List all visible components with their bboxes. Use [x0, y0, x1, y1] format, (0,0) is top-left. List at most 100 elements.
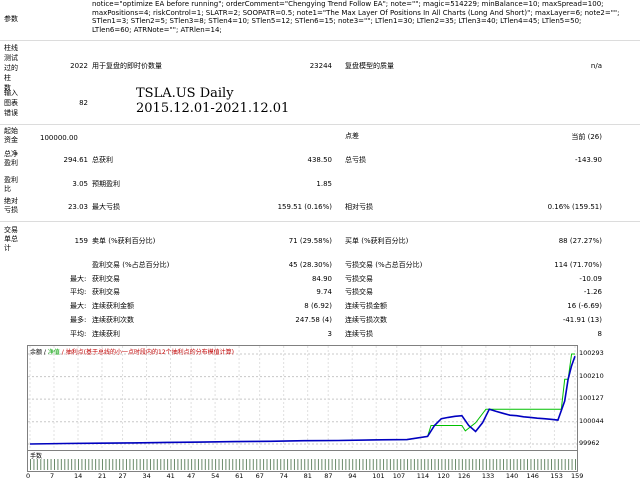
volume-bar — [434, 459, 436, 470]
expected-payoff-value: 1.85 — [316, 180, 332, 188]
volume-bar — [146, 459, 148, 470]
y-tick-label: 100210 — [579, 371, 604, 380]
volume-bar — [280, 459, 282, 470]
volume-bar — [383, 459, 385, 470]
volume-bar — [40, 459, 42, 470]
volume-bar — [410, 459, 412, 470]
volume-bar — [348, 459, 350, 470]
volume-bar — [509, 459, 511, 470]
y-tick-label: 100127 — [579, 394, 604, 403]
gross-profit-label: 总获利 — [92, 156, 113, 164]
avg-loss-value: -1.26 — [583, 288, 602, 296]
net-profit-label: 总净 盈利 — [4, 150, 18, 167]
volume-bar — [317, 459, 319, 470]
deposit-value: 100000.00 — [40, 134, 78, 142]
y-tick-label: 100044 — [579, 416, 604, 425]
loss-trades-value: 114 (71.70%) — [554, 261, 602, 269]
volume-bar — [228, 459, 230, 470]
x-tick-label: 41 — [166, 472, 175, 480]
volume-bar — [437, 459, 439, 470]
volume-bar — [273, 459, 275, 470]
volume-bar — [393, 459, 395, 470]
volume-bar — [376, 459, 378, 470]
avg-profit-label: 获利交易 — [92, 288, 120, 296]
deposit-label: 起始 资金 — [4, 127, 18, 144]
x-tick-label: 101 — [372, 472, 385, 480]
divider — [0, 221, 640, 222]
volume-bar — [60, 459, 62, 470]
volume-bar — [441, 459, 443, 470]
volume-bar — [259, 459, 261, 470]
volume-bar — [530, 459, 532, 470]
volume-bar — [119, 459, 121, 470]
volume-bar — [191, 459, 193, 470]
divider — [0, 40, 640, 41]
errors-value: 82 — [79, 99, 88, 107]
volume-bar — [170, 459, 172, 470]
volume-bar — [235, 459, 237, 470]
legend-equity: 净值 — [47, 349, 60, 356]
maximal-wins-label: 连续获利次数 — [92, 316, 134, 324]
volume-bar — [156, 459, 158, 470]
volume-bar — [496, 459, 498, 470]
volume-bar — [177, 459, 179, 470]
volume-bar — [444, 459, 446, 470]
volume-bar — [136, 459, 138, 470]
volume-bar — [379, 459, 381, 470]
x-tick-label: 7 — [49, 472, 55, 480]
volume-bar — [160, 459, 162, 470]
volume-bar — [108, 459, 110, 470]
max-consecutive-losses-value: 16 (-6.69) — [567, 302, 602, 310]
profit-trades-label: 盈利交易 (%占总百分比) — [92, 261, 170, 269]
volume-bar — [81, 459, 83, 470]
x-tick-label: 67 — [255, 472, 264, 480]
volume-bar — [520, 459, 522, 470]
volume-bar — [479, 459, 481, 470]
volume-bar — [513, 459, 515, 470]
overlay-period: 2015.12.01-2021.12.01 — [136, 101, 290, 116]
volume-bar — [338, 459, 340, 470]
volume-bar — [345, 459, 347, 470]
volume-bar — [547, 459, 549, 470]
rel-drawdown-value: 0.16% (159.51) — [547, 203, 602, 211]
volume-bar — [218, 459, 220, 470]
volume-bar — [33, 459, 35, 470]
volume-bar — [540, 459, 542, 470]
maximal-wins-value: 247.58 (4) — [295, 316, 332, 324]
volume-bar — [163, 459, 165, 470]
volume-bar — [245, 459, 247, 470]
volume-bar — [417, 459, 419, 470]
avg-profit-value: 9.74 — [316, 288, 332, 296]
volume-bar — [276, 459, 278, 470]
ticks-value: 23244 — [309, 62, 332, 70]
volume-bar — [290, 459, 292, 470]
x-tick-label: 74 — [279, 472, 288, 480]
volume-bar — [568, 459, 570, 470]
volume-bar — [451, 459, 453, 470]
x-tick-label: 14 — [73, 472, 83, 480]
volume-plot — [30, 459, 576, 470]
volume-bar — [30, 459, 31, 470]
volume-bar — [184, 459, 186, 470]
avg-consecutive-losses-label: 连续亏损 — [345, 330, 373, 338]
volume-bar — [36, 459, 38, 470]
volume-bar — [365, 459, 367, 470]
avg-consecutive-label: 平均: — [70, 330, 87, 338]
avg-consecutive-losses-value: 8 — [597, 330, 602, 338]
volume-bar — [468, 459, 470, 470]
quality-label: 复盘模型的质量 — [345, 62, 394, 70]
errors-label: 输入 图表 错误 — [4, 89, 18, 117]
volume-bar — [77, 459, 79, 470]
volume-bar — [256, 459, 258, 470]
volume-bar — [386, 459, 388, 470]
volume-bar — [242, 459, 244, 470]
volume-bar — [225, 459, 227, 470]
largest-label: 最大: — [70, 275, 87, 283]
volume-bar — [67, 459, 69, 470]
volume-bar — [105, 459, 107, 470]
volume-bar — [283, 459, 285, 470]
volume-bar — [180, 459, 182, 470]
x-tick-label: 120 — [437, 472, 450, 480]
params-label: 参数 — [4, 15, 18, 23]
volume-bar — [472, 459, 474, 470]
